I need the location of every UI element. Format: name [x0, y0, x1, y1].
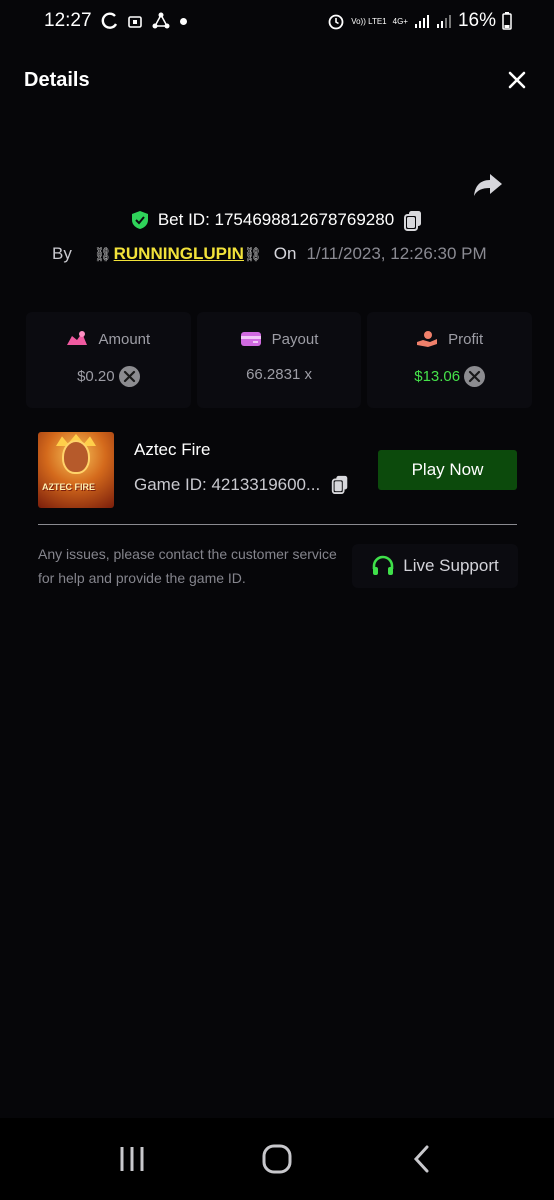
amount-value: $0.20: [77, 368, 115, 385]
currency-coin-icon: [464, 366, 486, 387]
share-button[interactable]: [472, 168, 504, 200]
bet-id: Bet ID: 1754698812678769280: [157, 210, 395, 229]
sync-icon: [101, 12, 117, 29]
play-now-button[interactable]: Play Now: [378, 450, 517, 490]
game-thumbnail[interactable]: AZTEC FIRE: [38, 432, 114, 508]
bet-owner-row: By ⛓ RUNNINGLUPIN ⛓ On 1/11/2023, 12:26:…: [52, 240, 487, 268]
notification-dot-icon: [179, 17, 187, 25]
profit-label: Profit: [448, 330, 484, 348]
status-bar: 12:27 Vo)) LTE1 4G+ 16%: [0, 0, 554, 42]
divider: [38, 524, 517, 525]
amount-icon: [67, 331, 88, 345]
alarm-icon: [328, 14, 344, 30]
back-icon: [413, 1145, 429, 1173]
amount-label: Amount: [98, 330, 151, 348]
chain-right-icon: ⛓: [243, 245, 262, 262]
live-support-button[interactable]: Live Support: [352, 544, 518, 588]
username-link[interactable]: RUNNINGLUPIN: [114, 244, 244, 264]
on-label: On: [273, 244, 297, 263]
home-button[interactable]: [247, 1129, 307, 1189]
lte-indicator: Vo)) LTE1: [351, 16, 387, 26]
profit-hand-icon: [417, 331, 438, 347]
copy-icon: [404, 211, 422, 231]
store-icon: [127, 16, 142, 28]
payout-card: Payout 66.2831 x: [196, 312, 362, 408]
thumbnail-figure-art: [62, 440, 90, 474]
payout-value: 66.2831 x: [246, 366, 312, 383]
amount-card: Amount $0.20: [26, 312, 191, 408]
recents-icon: [120, 1147, 144, 1171]
page-title: Details: [24, 68, 90, 91]
copy-bet-id-button[interactable]: [402, 209, 424, 231]
recents-button[interactable]: [102, 1129, 162, 1189]
bet-date: 1/11/2023, 12:26:30 PM: [306, 244, 487, 263]
battery-icon: [502, 12, 512, 30]
copy-game-id-button[interactable]: [330, 474, 352, 496]
back-button[interactable]: [392, 1129, 452, 1189]
live-support-label: Live Support: [403, 556, 499, 575]
signal-icon: [414, 15, 429, 28]
payout-card-icon: [240, 332, 261, 346]
network-indicator: 4G+: [392, 16, 408, 26]
copy-icon: [332, 475, 348, 494]
battery-percent: 16%: [457, 10, 496, 31]
details-header: Details: [0, 50, 554, 110]
share-arrow-icon: [474, 174, 502, 196]
chain-left-icon: ⛓: [93, 245, 112, 262]
home-icon: [262, 1144, 292, 1174]
bet-id-row: Bet ID: 1754698812678769280: [0, 206, 554, 234]
profit-value: $13.06: [414, 368, 461, 385]
support-help-text: Any issues, please contact the customer …: [38, 546, 337, 586]
close-button[interactable]: [504, 67, 530, 93]
status-time: 12:27: [44, 10, 92, 31]
share-network-icon: [152, 12, 170, 29]
headphones-icon: [372, 555, 394, 575]
signal-icon-2: [436, 15, 451, 28]
by-label: By: [52, 244, 72, 263]
verified-shield-icon: [131, 211, 148, 229]
payout-label: Payout: [271, 330, 319, 348]
currency-coin-icon: [118, 366, 140, 387]
thumbnail-logo-text: AZTEC FIRE: [42, 482, 95, 492]
bet-stats: Amount $0.20 Payout 66.2831 x Profit $13…: [26, 312, 533, 408]
system-nav-bar: [0, 1118, 554, 1200]
game-id-row: Game ID: 4213319600...: [134, 474, 352, 496]
profit-card: Profit $13.06: [367, 312, 533, 408]
game-id: Game ID: 4213319600...: [134, 475, 321, 494]
close-icon: [508, 71, 526, 89]
game-name: Aztec Fire: [134, 440, 211, 459]
